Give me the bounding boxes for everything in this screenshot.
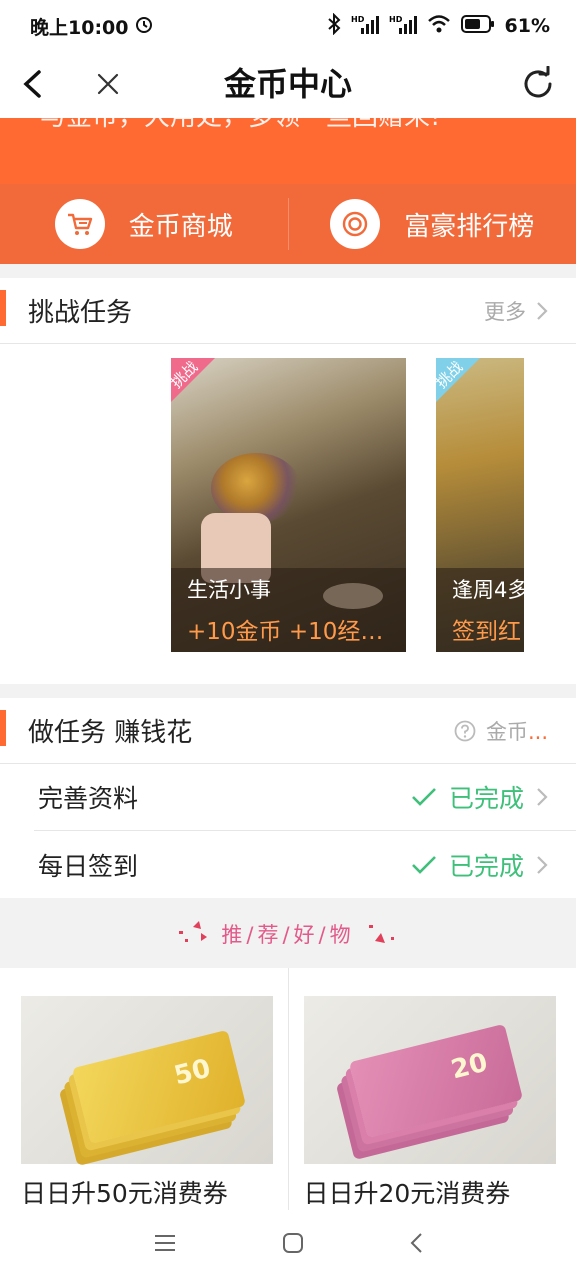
section-accent-bar (0, 290, 6, 326)
check-icon (412, 788, 436, 806)
tasks-title: 做任务 赚钱花 (28, 718, 193, 748)
tasks-section: 做任务 赚钱花 金币... 完善资料 已完成 每日签到 已完成 (0, 698, 576, 898)
chevron-right-icon (537, 301, 548, 320)
wifi-icon (427, 14, 451, 39)
coin-icon (330, 199, 381, 249)
home-icon (282, 1233, 303, 1253)
coin-help-text: 金币 (485, 719, 528, 744)
card-name: 逢周4多 (452, 578, 524, 602)
task-status-label: 已完成 (448, 851, 524, 881)
more-button[interactable]: 更多 (484, 296, 548, 326)
card-caption: 生活小事 +10金币 +10经… (171, 568, 406, 652)
product-name: 日日升50元消费券 (21, 1179, 228, 1208)
signal-icon: HD (351, 14, 379, 39)
confetti-right-icon (368, 925, 394, 943)
product-card[interactable]: 50 日日升50元消费券 (0, 968, 288, 1210)
recommend-title: 推/荐/好/物 (221, 923, 355, 947)
signal-label: HD (351, 15, 365, 24)
section-accent-bar (0, 710, 6, 746)
signal-icon-2: HD (389, 14, 417, 39)
challenge-cards: 挑战 生活小事 +10金币 +10经… 挑战 逢周4多 签到红 (0, 344, 576, 684)
recommend-header: 推/荐/好/物 (0, 900, 576, 968)
system-back-button[interactable] (409, 1232, 423, 1258)
coin-mall-link[interactable]: 金币商城 (0, 184, 288, 264)
menu-icon (154, 1235, 175, 1251)
task-row[interactable]: 完善资料 已完成 (34, 764, 576, 831)
status-right: HD HD 61% (327, 12, 550, 40)
status-bar: 晚上10:00 HD HD 61% (0, 0, 576, 52)
product-image: 50 (21, 996, 273, 1164)
battery-icon (460, 14, 495, 38)
home-button[interactable] (282, 1232, 304, 1258)
rich-ranking-link[interactable]: 富豪排行榜 (289, 184, 576, 264)
alarm-icon (134, 14, 154, 39)
voucher-image: 20 (348, 1023, 523, 1139)
challenge-card[interactable]: 挑战 逢周4多 签到红 (436, 358, 524, 652)
product-image: 20 (303, 996, 556, 1164)
coin-help-ellipsis: ... (527, 719, 548, 744)
refresh-icon (524, 66, 552, 98)
bluetooth-icon (327, 12, 341, 40)
status-left: 晚上10:00 (30, 13, 154, 40)
help-icon (454, 720, 476, 741)
quick-links: 金币商城 富豪排行榜 (0, 184, 576, 264)
challenge-section: 挑战任务 更多 挑战 生活小事 +10金币 +10经… 挑战 逢周4多 签到红 (0, 278, 576, 684)
challenge-title: 挑战任务 (28, 298, 133, 328)
card-reward: +10金币 +10经… (187, 619, 384, 645)
product-name: 日日升20元消费券 (303, 1179, 511, 1208)
page-title: 金币中心 (223, 65, 352, 103)
task-label: 完善资料 (38, 784, 139, 813)
banner: 与金币，大用处，多领一些回赠来! (0, 118, 576, 184)
task-label: 每日签到 (38, 851, 139, 881)
coin-mall-label: 金币商城 (128, 211, 233, 242)
cart-icon (54, 199, 105, 249)
back-icon (410, 1233, 423, 1253)
coin-help-button[interactable]: 金币... (454, 716, 548, 746)
card-name: 生活小事 (187, 578, 271, 602)
voucher-value: 20 (447, 1047, 491, 1086)
recommend-grid: 50 日日升50元消费券 20 日日升20元消费券 (0, 968, 576, 1210)
banner-text: 与金币，大用处，多领一些回赠来! (40, 118, 440, 133)
tasks-header: 做任务 赚钱花 金币... (0, 698, 576, 764)
task-status: 已完成 (411, 779, 548, 815)
battery-level: 61% (504, 15, 550, 37)
voucher-value: 50 (171, 1053, 214, 1092)
challenge-card[interactable]: 挑战 生活小事 +10金币 +10经… (171, 358, 406, 652)
chevron-right-icon (537, 855, 548, 874)
task-status-label: 已完成 (448, 784, 524, 813)
challenge-header: 挑战任务 更多 (0, 278, 576, 344)
chevron-right-icon (537, 788, 548, 806)
check-icon (412, 855, 436, 874)
coin-help-label: 金币... (486, 716, 548, 746)
task-status: 已完成 (411, 847, 548, 883)
card-caption: 逢周4多 签到红 (436, 568, 524, 652)
product-card[interactable]: 20 日日升20元消费券 (289, 968, 576, 1210)
nav-bar: 金币中心 (0, 52, 576, 118)
signal-label-2: HD (389, 15, 403, 24)
status-time: 晚上10:00 (30, 16, 129, 39)
more-label: 更多 (484, 299, 526, 324)
task-row[interactable]: 每日签到 已完成 (34, 831, 576, 898)
rich-ranking-label: 富豪排行榜 (404, 211, 535, 242)
refresh-button[interactable] (518, 60, 558, 108)
voucher-image: 50 (71, 1029, 247, 1145)
system-nav-bar (0, 1210, 576, 1280)
confetti-left-icon (179, 921, 208, 942)
menu-button[interactable] (153, 1233, 177, 1257)
card-reward: 签到红 (452, 619, 521, 645)
